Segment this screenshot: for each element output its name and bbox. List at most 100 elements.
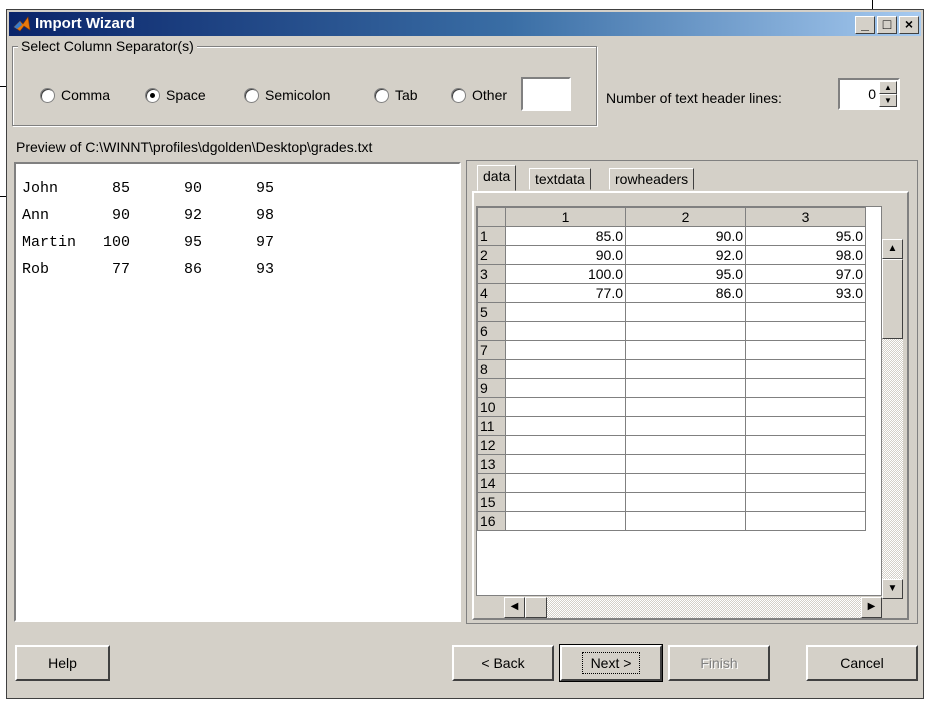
- grid-cell[interactable]: [745, 397, 866, 417]
- grid-cell[interactable]: [625, 397, 746, 417]
- grid-cell[interactable]: [505, 492, 626, 512]
- column-header[interactable]: 2: [625, 207, 746, 227]
- radio-semicolon-indicator[interactable]: [244, 87, 259, 103]
- scroll-up-icon[interactable]: ▲: [882, 239, 903, 259]
- radio-comma[interactable]: Comma: [40, 86, 110, 104]
- preview-text-area[interactable]: John 85 90 95 Ann 90 92 98 Martin 100 95…: [14, 162, 461, 622]
- grid-cell[interactable]: [745, 359, 866, 379]
- grid-cell[interactable]: [505, 340, 626, 360]
- row-header[interactable]: 10: [477, 397, 506, 417]
- scroll-thumb[interactable]: [882, 259, 903, 339]
- grid-cell[interactable]: [505, 378, 626, 398]
- minimize-icon[interactable]: _: [855, 16, 875, 34]
- grid-cell[interactable]: [505, 397, 626, 417]
- grid-cell[interactable]: [745, 473, 866, 493]
- grid-cell[interactable]: 95.0: [745, 226, 866, 246]
- row-header[interactable]: 14: [477, 473, 506, 493]
- grid-cell[interactable]: [745, 511, 866, 531]
- grid-cell[interactable]: 90.0: [625, 226, 746, 246]
- tab-rowheaders[interactable]: rowheaders: [609, 168, 695, 190]
- grid-cell[interactable]: [745, 302, 866, 322]
- spin-up-icon[interactable]: ▲: [879, 81, 897, 94]
- grid-cell[interactable]: [505, 359, 626, 379]
- grid-cell[interactable]: [505, 511, 626, 531]
- grid-cell[interactable]: [745, 321, 866, 341]
- grid-cell[interactable]: 85.0: [505, 226, 626, 246]
- maximize-icon[interactable]: □: [877, 16, 897, 34]
- grid-cell[interactable]: [505, 454, 626, 474]
- grid-cell[interactable]: [505, 473, 626, 493]
- grid-cell[interactable]: 90.0: [505, 245, 626, 265]
- row-header[interactable]: 5: [477, 302, 506, 322]
- grid-cell[interactable]: 98.0: [745, 245, 866, 265]
- scroll-left-icon[interactable]: ◀: [504, 597, 525, 618]
- radio-semicolon[interactable]: Semicolon: [244, 86, 330, 104]
- grid-cell[interactable]: 77.0: [505, 283, 626, 303]
- spin-down-icon[interactable]: ▼: [879, 94, 897, 107]
- grid-cell[interactable]: [745, 416, 866, 436]
- header-lines-spinner[interactable]: 0 ▲ ▼: [838, 78, 900, 110]
- grid-cell[interactable]: 93.0: [745, 283, 866, 303]
- grid-cell[interactable]: [745, 492, 866, 512]
- column-header[interactable]: 1: [505, 207, 626, 227]
- row-header[interactable]: 9: [477, 378, 506, 398]
- radio-space[interactable]: Space: [145, 86, 206, 104]
- row-header[interactable]: 2: [477, 245, 506, 265]
- row-header[interactable]: 16: [477, 511, 506, 531]
- help-button[interactable]: Help: [15, 645, 110, 681]
- grid-cell[interactable]: [625, 340, 746, 360]
- grid-cell[interactable]: [505, 416, 626, 436]
- close-icon[interactable]: ×: [899, 16, 919, 34]
- grid-cell[interactable]: [625, 435, 746, 455]
- grid-cell[interactable]: [505, 302, 626, 322]
- back-button[interactable]: < Back: [452, 645, 554, 681]
- other-separator-input[interactable]: [521, 77, 571, 111]
- grid-cell[interactable]: 97.0: [745, 264, 866, 284]
- grid-cell[interactable]: [625, 416, 746, 436]
- grid-cell[interactable]: [745, 378, 866, 398]
- row-header[interactable]: 15: [477, 492, 506, 512]
- grid-cell[interactable]: 86.0: [625, 283, 746, 303]
- header-lines-value[interactable]: 0: [868, 86, 876, 102]
- row-header[interactable]: 8: [477, 359, 506, 379]
- row-header[interactable]: 6: [477, 321, 506, 341]
- vertical-scrollbar[interactable]: ▲ ▼: [882, 239, 903, 599]
- scroll-down-icon[interactable]: ▼: [882, 579, 903, 599]
- grid-cell[interactable]: 92.0: [625, 245, 746, 265]
- radio-tab-indicator[interactable]: [374, 87, 389, 103]
- grid-cell[interactable]: [625, 492, 746, 512]
- radio-other[interactable]: Other: [451, 86, 507, 104]
- horizontal-scrollbar[interactable]: ◀ ▶: [504, 597, 882, 618]
- row-header[interactable]: 11: [477, 416, 506, 436]
- next-button[interactable]: Next >: [559, 644, 663, 682]
- title-bar[interactable]: Import Wizard _ □ ×: [9, 12, 921, 36]
- grid-cell[interactable]: [505, 435, 626, 455]
- radio-tab[interactable]: Tab: [374, 86, 418, 104]
- column-header[interactable]: 3: [745, 207, 866, 227]
- radio-comma-indicator[interactable]: [40, 87, 55, 103]
- grid-cell[interactable]: 100.0: [505, 264, 626, 284]
- grid-cell[interactable]: 95.0: [625, 264, 746, 284]
- grid-cell[interactable]: [745, 454, 866, 474]
- grid-cell[interactable]: [625, 473, 746, 493]
- cancel-button[interactable]: Cancel: [806, 645, 918, 681]
- tab-data[interactable]: data: [477, 165, 517, 191]
- grid-cell[interactable]: [745, 340, 866, 360]
- grid-cell[interactable]: [625, 378, 746, 398]
- grid-cell[interactable]: [505, 321, 626, 341]
- data-grid[interactable]: 1 2 3 1 85.0 90.0 95.0 2 90.0 92.0 98.0 3 100.0 95…: [476, 206, 882, 596]
- grid-cell[interactable]: [745, 435, 866, 455]
- row-header[interactable]: 1: [477, 226, 506, 246]
- row-header[interactable]: 3: [477, 264, 506, 284]
- tab-textdata[interactable]: textdata: [529, 168, 591, 190]
- grid-cell[interactable]: [625, 454, 746, 474]
- row-header[interactable]: 7: [477, 340, 506, 360]
- grid-cell[interactable]: [625, 511, 746, 531]
- grid-cell[interactable]: [625, 302, 746, 322]
- radio-other-indicator[interactable]: [451, 87, 466, 103]
- grid-cell[interactable]: [625, 359, 746, 379]
- horizontal-scroll-thumb[interactable]: [525, 597, 547, 618]
- row-header[interactable]: 13: [477, 454, 506, 474]
- radio-space-indicator[interactable]: [145, 87, 160, 103]
- row-header[interactable]: 4: [477, 283, 506, 303]
